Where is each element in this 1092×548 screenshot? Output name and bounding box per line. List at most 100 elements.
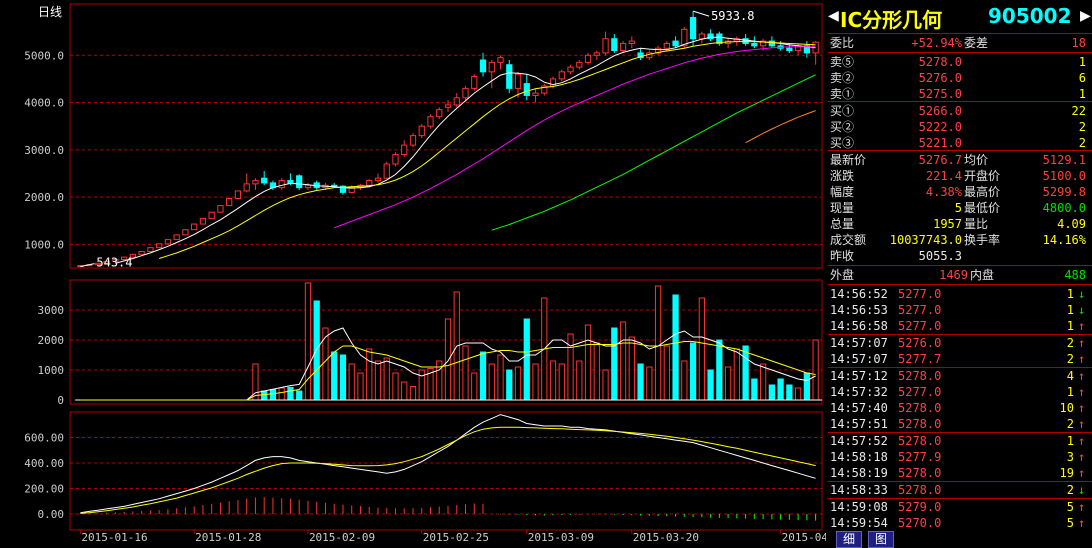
volume-bar (611, 327, 618, 401)
ask-price: 5276.0 (918, 71, 962, 85)
security-code: 905002 (988, 4, 1072, 28)
candle (497, 55, 504, 70)
volume-bar (724, 366, 732, 401)
tick-time: 14:56:53 (830, 303, 888, 317)
volume-bar (549, 360, 557, 401)
date-tick-label: 2015-01-28 (195, 531, 261, 544)
candle (409, 133, 417, 148)
tick-price: 5277.0 (898, 287, 942, 301)
candle (637, 48, 644, 60)
tick-row: 14:57:52 5278.0 1 ↑ (828, 433, 1090, 449)
volume-bar (777, 378, 784, 401)
volume-bar (742, 345, 749, 401)
tick-time: 14:58:33 (830, 483, 888, 497)
indicator-line-1 (80, 414, 816, 514)
stat-label: 开盘价 (964, 169, 1001, 183)
tick-direction-icon: ↑ (1078, 401, 1086, 415)
bid-label: 买② (830, 120, 855, 134)
candle (733, 36, 740, 46)
ask-price: 5278.0 (918, 55, 962, 69)
kline-chart[interactable]: 日线 5000.0 4000.0 3000.0 2000.0 1000.0 3000 2000… (0, 0, 826, 547)
tick-volume: 3 (1066, 450, 1074, 464)
candles (77, 11, 819, 268)
candle (217, 205, 224, 213)
candle (751, 36, 758, 49)
candle (243, 173, 250, 193)
stat-label: 现量 (830, 201, 855, 215)
divider (828, 33, 1092, 34)
candle (444, 100, 452, 112)
tab-detail[interactable]: 细 (836, 531, 862, 548)
candle (576, 60, 583, 70)
volume-bar (707, 369, 714, 401)
stats-row: 总量 1957 量比 4.09 (828, 216, 1090, 232)
ask-row: 卖② 5276.0 6 (828, 70, 1090, 86)
candle (471, 74, 478, 91)
bid-row: 买③ 5221.0 2 (828, 135, 1090, 151)
volume-bar (339, 354, 347, 401)
stat-value: 5276.7 (918, 153, 962, 167)
tick-row: 14:57:40 5278.0 10 ↑ (828, 400, 1090, 416)
candle (602, 31, 609, 56)
volume-bar (619, 321, 627, 401)
ask-row: 卖⑤ 5278.0 1 (828, 54, 1090, 70)
tick-direction-icon: ↑ (1078, 417, 1086, 431)
volume-bar (348, 363, 355, 401)
indicator-tick-label: 400.00 (24, 457, 64, 470)
min-price-label: 543.4 (96, 256, 132, 270)
candle (567, 64, 574, 75)
indicator-lines (79, 414, 817, 521)
tick-direction-icon: ↓ (1078, 303, 1086, 317)
stat-label: 换手率 (964, 233, 1001, 247)
stat-value: 221.4 (925, 169, 962, 183)
candle (453, 93, 460, 108)
bid-label: 买③ (830, 136, 855, 150)
candle (182, 229, 189, 236)
volume-bar (803, 372, 810, 401)
tick-direction-icon: ↑ (1078, 385, 1086, 399)
volume-bar (628, 336, 635, 401)
tick-time: 14:58:18 (830, 450, 888, 464)
candle (698, 31, 705, 44)
tick-row: 14:56:58 5277.0 1 ↑ (828, 318, 1090, 334)
candle (401, 140, 408, 157)
volume-tick-label: 2000 (38, 334, 65, 347)
weibi-label: 委比 (830, 36, 855, 50)
volume-bar (479, 351, 487, 401)
volume-tick-label: 0 (57, 394, 64, 407)
prev-arrow-icon[interactable]: ◀ (828, 8, 839, 24)
next-arrow-icon[interactable]: ▶ (1080, 8, 1091, 24)
security-name: IC分形几何 (840, 8, 943, 32)
tick-price: 5278.0 (898, 466, 942, 480)
volume-bar (514, 366, 522, 401)
candle (278, 178, 285, 190)
stat-label: 量比 (964, 217, 989, 231)
tick-direction-icon: ↑ (1078, 434, 1086, 448)
tick-time: 14:57:12 (830, 369, 888, 383)
stat-label: 最高价 (964, 185, 1001, 199)
tick-row: 14:58:33 5278.0 2 ↓ (828, 482, 1090, 498)
quote-panel: ◀ IC分形几何 905002 ▶ 委比 +52.94% 委差 18 卖⑤ 527… (828, 0, 1092, 548)
indicator-tick-label: 200.00 (24, 483, 64, 496)
tick-time: 14:57:52 (830, 434, 888, 448)
tick-time: 14:56:58 (830, 319, 888, 333)
waipan-value: 1469 (939, 268, 968, 282)
volume-bar (374, 360, 382, 401)
stat-value: 10037743.0 (889, 233, 962, 247)
volume-bar (654, 285, 662, 401)
panel-tabs: 细 图 (828, 530, 1092, 548)
tick-volume: 2 (1066, 417, 1074, 431)
tick-price: 5278.0 (898, 434, 942, 448)
tick-row: 14:58:19 5278.0 19 ↑ (828, 465, 1090, 481)
stat-value: 1957 (933, 217, 962, 231)
indicator-tick-label: 0.00 (38, 508, 65, 521)
tick-time: 14:58:19 (830, 466, 888, 480)
tick-time: 14:57:07 (830, 336, 888, 350)
volume-bar (497, 354, 504, 401)
tab-chart[interactable]: 图 (868, 531, 894, 548)
candle (619, 41, 627, 53)
date-tick-label: 2015-03-09 (528, 531, 594, 544)
security-title: ◀ IC分形几何 905002 ▶ (828, 4, 1092, 32)
date-tick-label: 2015-02-09 (309, 531, 375, 544)
candle (191, 223, 198, 231)
